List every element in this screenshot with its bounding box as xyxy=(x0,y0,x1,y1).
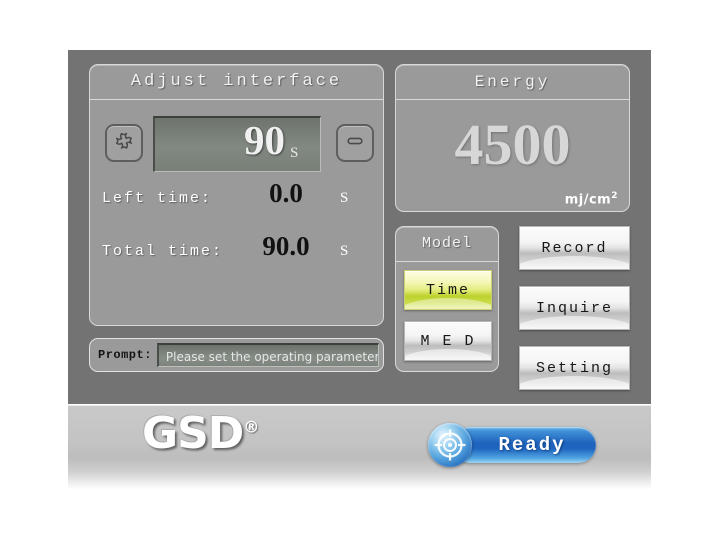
setting-button-label: Setting xyxy=(535,359,613,377)
status-pill[interactable]: Ready xyxy=(452,427,596,463)
prompt-bar: Prompt: Please set the operating paramet… xyxy=(89,338,384,372)
status-indicator[interactable]: Ready xyxy=(428,423,596,467)
model-option-med-label: M E D xyxy=(420,332,476,350)
device-screen: Adjust interface 90 S Left time: 0.0 S T… xyxy=(0,0,720,538)
adjust-interface-panel: Adjust interface 90 S Left time: 0.0 S T… xyxy=(89,64,384,326)
status-label: Ready xyxy=(498,434,566,456)
prompt-label: Prompt: xyxy=(98,348,152,362)
inquire-button[interactable]: Inquire xyxy=(519,286,630,330)
left-time-label: Left time: xyxy=(102,190,213,207)
energy-unit-base: mj/cm xyxy=(564,192,612,207)
model-option-med[interactable]: M E D xyxy=(404,321,492,361)
inquire-button-label: Inquire xyxy=(535,299,613,317)
model-option-time[interactable]: Time xyxy=(404,270,492,310)
prompt-message-field: Please set the operating parameters xyxy=(156,343,379,367)
setting-button[interactable]: Setting xyxy=(519,346,630,390)
increase-value-button[interactable] xyxy=(105,124,143,162)
energy-title: Energy xyxy=(396,65,629,100)
time-value-unit: S xyxy=(290,145,299,161)
gsd-logo-text: GSD xyxy=(142,408,244,459)
brand-bar: GSD® Ready xyxy=(68,405,651,490)
model-panel: Model Time M E D xyxy=(395,226,499,372)
energy-value: 4500 xyxy=(454,112,571,177)
total-time-value: 90.0 xyxy=(262,231,310,261)
left-time-row: Left time: 0.0 S xyxy=(102,178,374,208)
adjust-interface-title: Adjust interface xyxy=(90,65,383,100)
adjust-interface-body: 90 S Left time: 0.0 S Total time: 90.0 S xyxy=(90,100,383,325)
gsd-logo: GSD® xyxy=(142,408,259,459)
decrease-value-button[interactable] xyxy=(336,124,374,162)
crosshair-target-icon xyxy=(428,423,472,467)
time-value: 90 xyxy=(244,117,285,163)
record-button-label: Record xyxy=(541,239,608,257)
total-time-row: Total time: 90.0 S xyxy=(102,231,374,261)
registered-trademark-icon: ® xyxy=(243,417,259,437)
model-title: Model xyxy=(396,227,498,262)
total-time-unit: S xyxy=(340,243,349,259)
minus-icon xyxy=(345,131,365,156)
energy-unit: mj/cm2 xyxy=(565,191,618,207)
model-option-time-label: Time xyxy=(425,281,470,299)
value-stepper-row: 90 S xyxy=(90,114,385,176)
energy-unit-exponent: 2 xyxy=(611,190,618,201)
left-time-value: 0.0 xyxy=(269,178,303,208)
energy-panel: Energy 4500 mj/cm2 xyxy=(395,64,630,212)
time-value-display[interactable]: 90 S xyxy=(153,116,321,172)
model-body: Time M E D xyxy=(396,262,498,371)
plus-icon xyxy=(114,131,134,156)
record-button[interactable]: Record xyxy=(519,226,630,270)
device-frame: Adjust interface 90 S Left time: 0.0 S T… xyxy=(68,50,651,404)
total-time-label: Total time: xyxy=(102,243,224,260)
energy-body: 4500 mj/cm2 xyxy=(396,100,629,211)
left-time-unit: S xyxy=(340,190,349,206)
